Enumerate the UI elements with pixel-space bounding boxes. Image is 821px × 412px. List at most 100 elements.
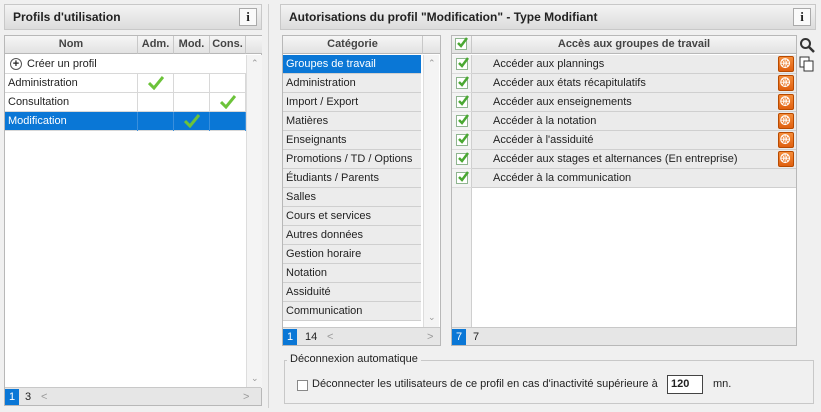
create-profile-row[interactable]: + Créer un profil (5, 55, 246, 74)
scroll-down-arrow[interactable]: ⌄ (428, 313, 436, 322)
mod-cell[interactable] (174, 112, 210, 131)
auto-disconnect-checkbox[interactable] (297, 380, 308, 391)
category-item[interactable]: Groupes de travail (283, 55, 421, 74)
category-item[interactable]: Assiduité (283, 283, 421, 302)
profile-row-modification[interactable]: Modification (5, 112, 246, 131)
category-item[interactable]: Gestion horaire (283, 245, 421, 264)
category-item[interactable]: Communication (283, 302, 421, 321)
mod-cell[interactable] (174, 74, 210, 93)
permission-checkbox[interactable] (456, 171, 469, 184)
copy-icon[interactable] (799, 56, 815, 72)
select-all-header[interactable] (452, 36, 472, 54)
pager-next-button[interactable]: > (239, 389, 253, 405)
panel-divider[interactable] (268, 4, 269, 408)
category-item[interactable]: Salles (283, 188, 421, 207)
profiles-info-button[interactable]: i (239, 8, 257, 26)
scroll-up-arrow[interactable]: ⌃ (251, 59, 259, 68)
permission-checkbox[interactable] (456, 152, 469, 165)
permissions-info-button[interactable]: i (793, 8, 811, 26)
scroll-up-arrow[interactable]: ⌃ (428, 59, 436, 68)
permission-checkbox[interactable] (456, 57, 469, 70)
category-item[interactable]: Administration (283, 74, 421, 93)
profiles-panel-header: Profils d'utilisation i (4, 4, 262, 30)
permission-checkbox[interactable] (456, 133, 469, 146)
adm-cell[interactable] (138, 93, 174, 112)
category-item[interactable]: Cours et services (283, 207, 421, 226)
profile-row-consultation[interactable]: Consultation (5, 93, 246, 112)
check-icon (458, 171, 469, 182)
profile-row-administration[interactable]: Administration (5, 74, 246, 93)
category-item[interactable]: Import / Export (283, 93, 421, 112)
profile-name: Administration (5, 74, 138, 93)
permission-checkbox[interactable] (456, 95, 469, 108)
category-item[interactable]: Notation (283, 264, 421, 283)
mod-cell[interactable] (174, 93, 210, 112)
select-all-checkbox[interactable] (455, 37, 468, 50)
permission-row[interactable]: Accéder à la communication (452, 169, 796, 188)
cons-cell[interactable] (210, 93, 246, 112)
category-header[interactable]: Catégorie (283, 36, 423, 54)
permission-row[interactable]: Accéder aux stages et alternances (En en… (452, 150, 796, 169)
column-header-cons[interactable]: Cons. (210, 36, 246, 54)
permission-checkbox-cell[interactable] (452, 169, 472, 188)
auto-disconnect-legend: Déconnexion automatique (287, 353, 421, 365)
permission-label: Accéder aux plannings (493, 58, 605, 70)
permission-checkbox-cell[interactable] (452, 131, 472, 150)
pager-next-button[interactable]: > (423, 329, 437, 345)
checkbox-column-bg (452, 188, 472, 327)
permission-row[interactable]: Accéder à la notation (452, 112, 796, 131)
permission-checkbox-cell[interactable] (452, 112, 472, 131)
permission-checkbox-cell[interactable] (452, 74, 472, 93)
profiles-panel-title: Profils d'utilisation (13, 10, 121, 24)
permission-checkbox-cell[interactable] (452, 93, 472, 112)
pager-total: 7 (473, 331, 480, 343)
cons-cell[interactable] (210, 112, 246, 131)
globe-icon[interactable] (778, 56, 794, 72)
header-scroll-corner (246, 36, 262, 54)
permission-checkbox[interactable] (456, 114, 469, 127)
permissions-header[interactable]: Accès aux groupes de travail (472, 36, 796, 54)
pager-current: 7 (452, 329, 467, 345)
category-list: Catégorie Groupes de travail Administrati… (282, 35, 441, 346)
category-item[interactable]: Matières (283, 112, 421, 131)
globe-icon[interactable] (778, 75, 794, 91)
permission-row[interactable]: Accéder à l'assiduité (452, 131, 796, 150)
pager-total: 14 (305, 331, 318, 343)
cons-cell[interactable] (210, 74, 246, 93)
scroll-down-arrow[interactable]: ⌄ (251, 374, 259, 383)
permission-checkbox-cell[interactable] (452, 55, 472, 74)
pager-prev-button[interactable]: < (323, 329, 337, 345)
adm-cell[interactable] (138, 74, 174, 93)
check-icon (148, 76, 164, 90)
pager-current: 1 (5, 389, 20, 405)
permission-checkbox-cell[interactable] (452, 150, 472, 169)
globe-icon[interactable] (778, 113, 794, 129)
permission-row[interactable]: Accéder aux états récapitulatifs (452, 74, 796, 93)
check-icon (220, 95, 236, 109)
inactivity-minutes-input[interactable]: 120 (667, 375, 703, 394)
adm-cell[interactable] (138, 112, 174, 131)
category-item[interactable]: Autres données (283, 226, 421, 245)
permissions-pager: 7 7 (452, 327, 796, 345)
column-header-nom[interactable]: Nom (5, 36, 138, 54)
minutes-unit: mn. (713, 378, 732, 390)
column-header-mod[interactable]: Mod. (174, 36, 210, 54)
permission-row[interactable]: Accéder aux enseignements (452, 93, 796, 112)
add-circle-icon: + (10, 58, 22, 70)
auto-disconnect-label: Déconnecter les utilisateurs de ce profi… (312, 378, 658, 390)
category-item[interactable]: Étudiants / Parents (283, 169, 421, 188)
column-header-adm[interactable]: Adm. (138, 36, 174, 54)
globe-icon[interactable] (778, 94, 794, 110)
search-icon[interactable] (799, 37, 815, 53)
create-profile-label: Créer un profil (27, 58, 97, 70)
category-item[interactable]: Promotions / TD / Options (283, 150, 421, 169)
pager-prev-button[interactable]: < (37, 389, 51, 405)
globe-icon[interactable] (778, 132, 794, 148)
globe-icon[interactable] (778, 151, 794, 167)
category-vertical-scrollbar[interactable]: ⌃ ⌄ (423, 55, 439, 327)
category-item[interactable]: Enseignants (283, 131, 421, 150)
permission-checkbox[interactable] (456, 76, 469, 89)
permission-label: Accéder à la notation (493, 115, 597, 127)
profiles-vertical-scrollbar[interactable]: ⌃ ⌄ (246, 55, 262, 388)
permission-row[interactable]: Accéder aux plannings (452, 55, 796, 74)
